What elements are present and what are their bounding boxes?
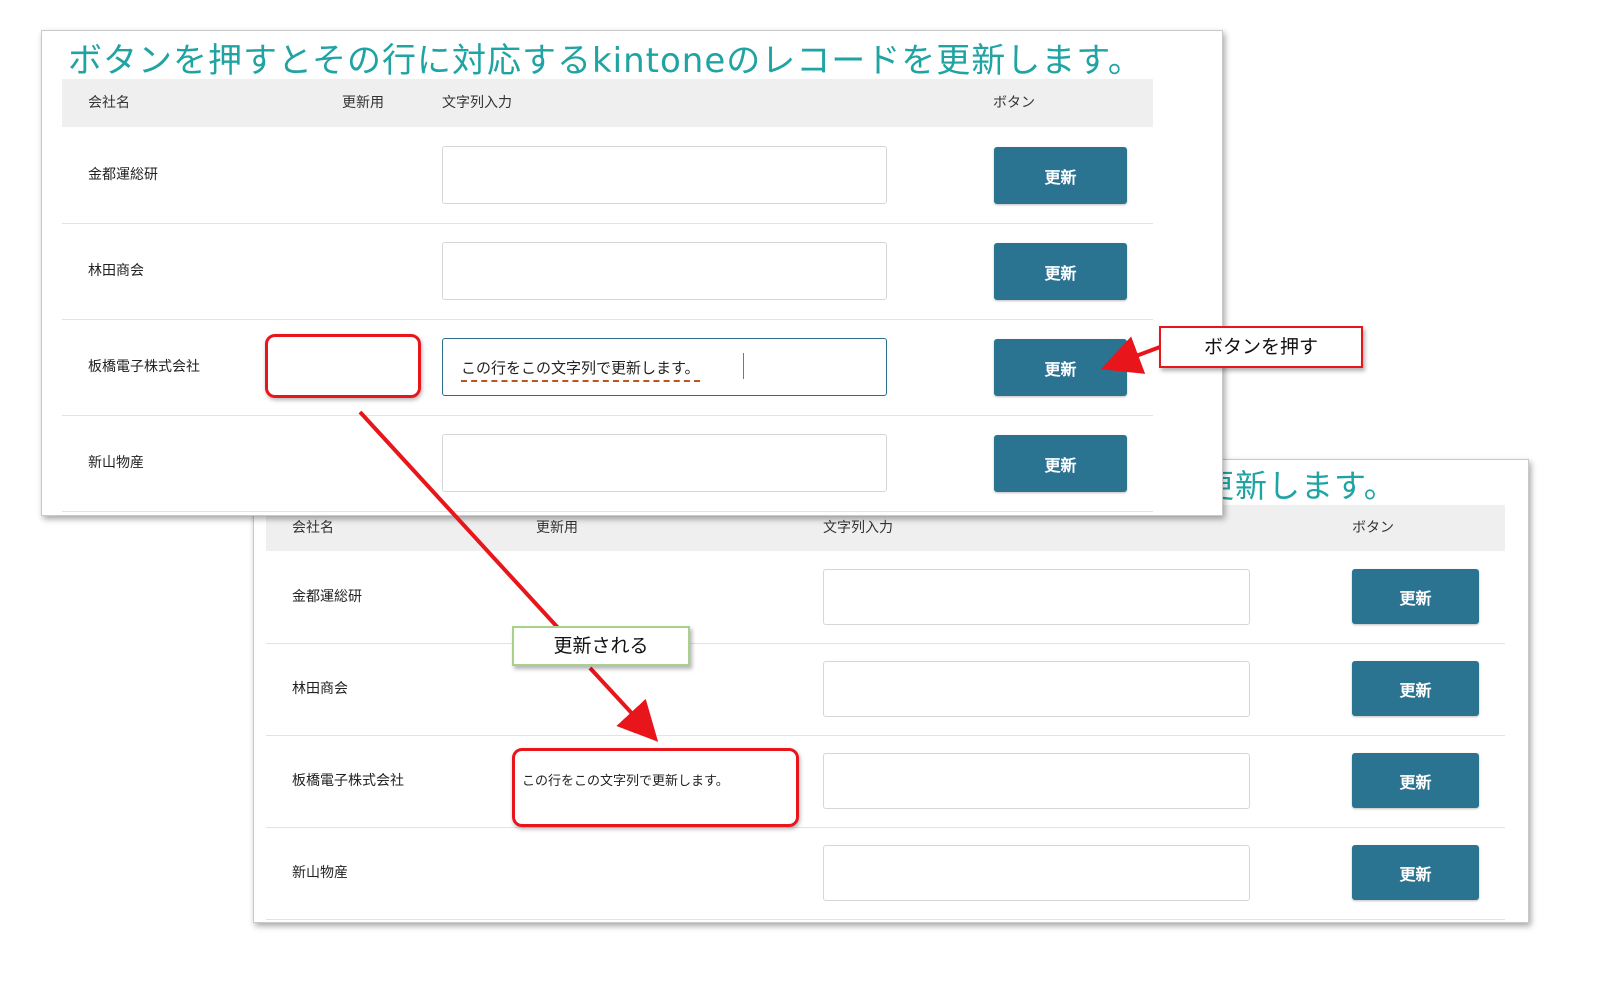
arrow-line <box>588 666 659 742</box>
annotation-arrows <box>358 336 1161 742</box>
highlight-updated-value <box>512 748 799 827</box>
callout-press-button: ボタンを押す <box>1159 326 1363 368</box>
highlight-empty-update-field <box>265 334 421 398</box>
arrow-line <box>1100 336 1161 374</box>
callout-gets-updated: 更新される <box>512 626 690 666</box>
arrow-line <box>358 410 562 632</box>
